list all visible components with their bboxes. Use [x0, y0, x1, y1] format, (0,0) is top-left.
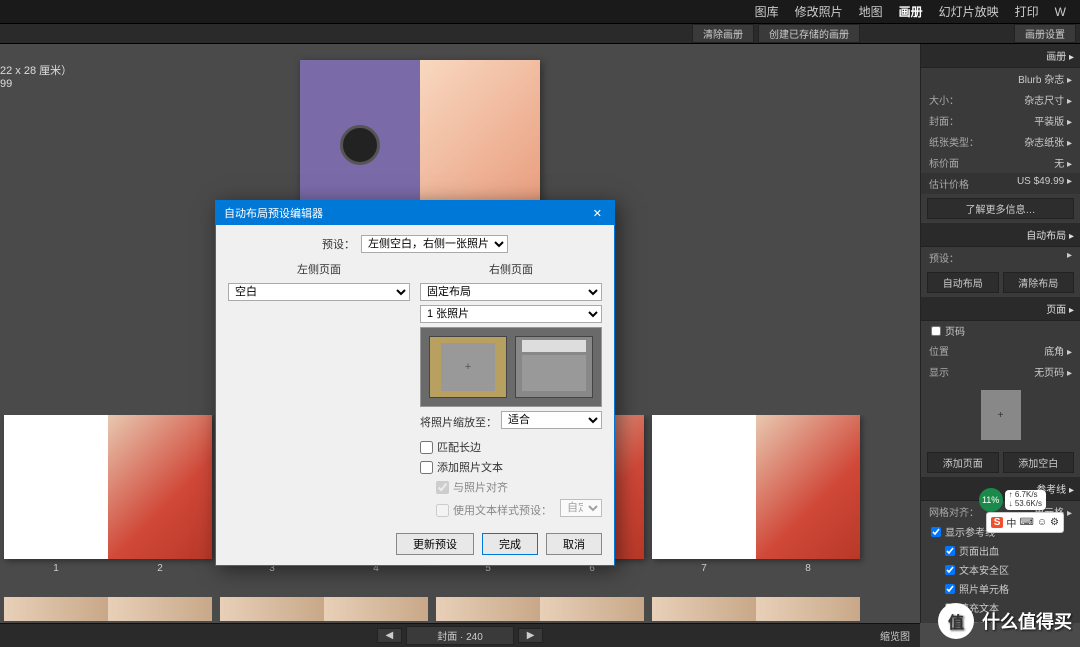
bottom-bar: ◀ 封面 · 240 ▶ 缩览图: [0, 623, 920, 647]
update-preset-button[interactable]: 更新预设: [396, 533, 474, 555]
percent-badge: 11%: [979, 488, 1003, 512]
cancel-button[interactable]: 取消: [546, 533, 602, 555]
clear-layout-button[interactable]: 清除布局: [1003, 272, 1075, 293]
save-book-button[interactable]: 创建已存储的画册: [758, 24, 860, 43]
page-blank[interactable]: [4, 415, 108, 559]
add-page-button[interactable]: 添加页面: [927, 452, 999, 473]
panel-autolayout-header[interactable]: 自动布局 ▸: [921, 223, 1080, 247]
right-page-label: 右侧页面: [420, 261, 602, 277]
layout-option-2[interactable]: [515, 336, 593, 398]
auto-layout-dialog: 自动布局预设编辑器 ✕ 预设： 左侧空白，右侧一张照片 左侧页面 空白 右侧页面…: [215, 200, 615, 566]
watermark-text: 什么值得买: [982, 608, 1072, 634]
lens-image: [340, 125, 380, 165]
page-filmstrip-2[interactable]: [0, 597, 920, 623]
nav-library[interactable]: 图库: [747, 3, 787, 20]
learn-more-button[interactable]: 了解更多信息…: [927, 198, 1074, 219]
prev-button[interactable]: ◀: [377, 628, 403, 643]
page-indicator[interactable]: 封面 · 240: [406, 626, 514, 645]
layout-preview[interactable]: +: [420, 327, 602, 407]
panel-book-header[interactable]: 画册 ▸: [921, 44, 1080, 68]
top-nav: 图库 修改照片 地图 画册 幻灯片放映 打印 W: [0, 0, 1080, 24]
nav-slideshow[interactable]: 幻灯片放映: [931, 3, 1007, 20]
preset-label: 预设：: [322, 236, 355, 252]
page-number-checkbox[interactable]: [931, 326, 941, 336]
auto-layout-button[interactable]: 自动布局: [927, 272, 999, 293]
page-thumb[interactable]: +: [981, 390, 1021, 440]
sub-nav: 清除画册 创建已存储的画册 画册设置: [0, 24, 1080, 44]
show-guides-checkbox[interactable]: [931, 527, 941, 537]
photo-count-select[interactable]: 1 张照片: [420, 305, 602, 323]
watermark-icon: 值: [938, 603, 974, 639]
panel-page-header[interactable]: 页面 ▸: [921, 297, 1080, 321]
preset-select[interactable]: 左侧空白，右侧一张照片: [361, 235, 508, 253]
nav-develop[interactable]: 修改照片: [787, 3, 851, 20]
watermark: 值 什么值得买: [938, 603, 1072, 639]
nav-book[interactable]: 画册: [891, 3, 931, 20]
right-layout-select[interactable]: 固定布局: [420, 283, 602, 301]
left-layout-select[interactable]: 空白: [228, 283, 410, 301]
add-photo-text-checkbox[interactable]: [420, 461, 433, 474]
ime-panel[interactable]: S 中⌨☺⚙: [986, 512, 1064, 533]
scale-select[interactable]: 适合: [501, 411, 602, 429]
nav-print[interactable]: 打印: [1007, 3, 1047, 20]
clear-book-button[interactable]: 清除画册: [692, 24, 754, 43]
book-settings-header: 画册设置: [1014, 24, 1076, 43]
nav-web[interactable]: W: [1047, 5, 1074, 19]
size-info: 22 x 28 厘米） 99: [0, 62, 72, 90]
dialog-title: 自动布局预设编辑器: [224, 205, 323, 221]
right-panel[interactable]: 画册 ▸ Blurb 杂志 ▸ 大小：杂志尺寸 ▸ 封面：平装版 ▸ 纸张类型：…: [920, 44, 1080, 623]
dialog-titlebar[interactable]: 自动布局预设编辑器 ✕: [216, 201, 614, 225]
done-button[interactable]: 完成: [482, 533, 538, 555]
thumb-view-button[interactable]: 缩览图: [880, 628, 910, 643]
spread-1[interactable]: 12: [4, 415, 212, 595]
network-badge: 11% ↑ 6.7K/s↓ 53.6K/s: [979, 488, 1046, 512]
close-icon[interactable]: ✕: [589, 207, 606, 220]
layout-option-1[interactable]: +: [429, 336, 507, 398]
nav-map[interactable]: 地图: [851, 3, 891, 20]
spread-4[interactable]: 78: [652, 415, 860, 595]
left-page-label: 左侧页面: [228, 261, 410, 277]
add-blank-button[interactable]: 添加空白: [1003, 452, 1075, 473]
page-photo[interactable]: [108, 415, 212, 559]
match-long-edge-checkbox[interactable]: [420, 441, 433, 454]
next-button[interactable]: ▶: [518, 628, 544, 643]
sogou-icon: S: [991, 517, 1004, 528]
